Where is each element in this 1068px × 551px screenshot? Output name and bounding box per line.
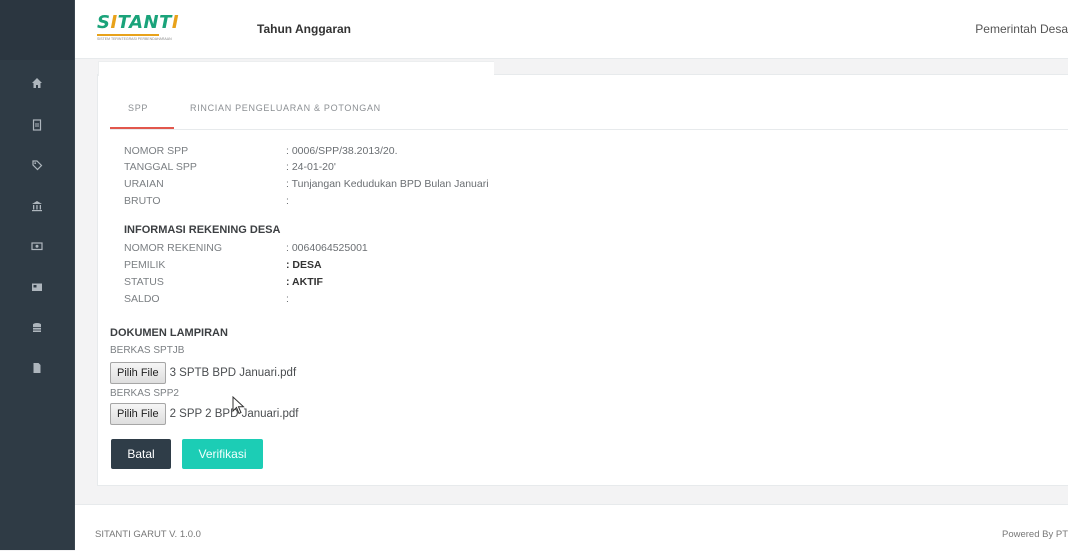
batal-button[interactable]: Batal: [111, 439, 171, 469]
bruto-label: BRUTO: [124, 195, 161, 207]
sitanti-logo[interactable]: SITANTI SISTEM TERINTEGRASI PERBENDAHARA…: [97, 12, 180, 48]
saldo-label: SALDO: [124, 293, 160, 305]
database-icon[interactable]: [22, 313, 52, 343]
tanggal-spp-value: : 24-01-20': [286, 161, 336, 173]
sptjb-file-name: 3 SPTB BPD Januari.pdf: [169, 367, 297, 379]
dokumen-lampiran-title: DOKUMEN LAMPIRAN: [110, 327, 228, 339]
nomor-rekening-label: NOMOR REKENING: [124, 242, 223, 254]
saldo-value: :: [286, 293, 289, 305]
tab-spp[interactable]: SPP: [128, 103, 148, 113]
uraian-label: URAIAN: [124, 178, 164, 190]
spp-detail-card: SPP RINCIAN PENGELUARAN & POTONGAN NOMOR…: [97, 61, 1068, 486]
tab-rincian-pengeluaran[interactable]: RINCIAN PENGELUARAN & POTONGAN: [190, 103, 381, 113]
bruto-value: :: [286, 195, 289, 207]
tab-bar: SPP RINCIAN PENGELUARAN & POTONGAN: [110, 95, 1068, 130]
tanggal-spp-label: TANGGAL SPP: [124, 161, 197, 173]
card-icon[interactable]: [22, 272, 52, 302]
logo-underline: [97, 34, 159, 36]
home-icon[interactable]: [22, 68, 52, 98]
tahun-anggaran-label[interactable]: Tahun Anggaran: [257, 22, 351, 36]
verifikasi-button[interactable]: Verifikasi: [182, 439, 263, 469]
active-tab-indicator: [110, 127, 174, 129]
pilih-file-spp2-button[interactable]: Pilih File: [110, 403, 166, 425]
sidebar-header: [0, 0, 74, 60]
informasi-rekening-title: INFORMASI REKENING DESA: [124, 224, 281, 236]
status-value: : AKTIF: [286, 276, 323, 288]
pemerintah-desa-label[interactable]: Pemerintah Desa: [975, 22, 1068, 36]
berkas-sptjb-label: BERKAS SPTJB: [110, 345, 185, 356]
file-icon[interactable]: [22, 353, 52, 383]
berkas-spp2-file-input: Pilih File 2 SPP 2 BPD Januari.pdf: [110, 403, 299, 425]
mouse-cursor-icon: [232, 395, 246, 421]
pemilik-value: : DESA: [286, 259, 322, 271]
card-top-edge: [98, 61, 494, 76]
nomor-spp-value: : 0006/SPP/38.2013/20.: [286, 145, 398, 157]
logo-text: SITANTI: [97, 12, 180, 33]
nomor-spp-label: NOMOR SPP: [124, 145, 189, 157]
footer: SITANTI GARUT V. 1.0.0 Powered By PT: [75, 504, 1068, 551]
top-navbar: SITANTI SISTEM TERINTEGRASI PERBENDAHARA…: [75, 0, 1068, 59]
berkas-sptjb-file-input: Pilih File 3 SPTB BPD Januari.pdf: [110, 362, 296, 384]
tag-icon[interactable]: [22, 150, 52, 180]
money-icon[interactable]: [22, 231, 52, 261]
pemilik-label: PEMILIK: [124, 259, 166, 271]
footer-powered-by: Powered By PT: [1002, 529, 1068, 540]
bank-icon[interactable]: [22, 191, 52, 221]
document-icon[interactable]: [22, 110, 52, 140]
pilih-file-sptjb-button[interactable]: Pilih File: [110, 362, 166, 384]
sidebar: [0, 0, 75, 550]
berkas-spp2-label: BERKAS SPP2: [110, 388, 179, 399]
footer-version: SITANTI GARUT V. 1.0.0: [95, 529, 201, 540]
uraian-value: : Tunjangan Kedudukan BPD Bulan Januari: [286, 178, 489, 190]
logo-subtext: SISTEM TERINTEGRASI PERBENDAHARAAN: [97, 37, 172, 41]
status-label: STATUS: [124, 276, 164, 288]
nomor-rekening-value: : 0064064525001: [286, 242, 368, 254]
